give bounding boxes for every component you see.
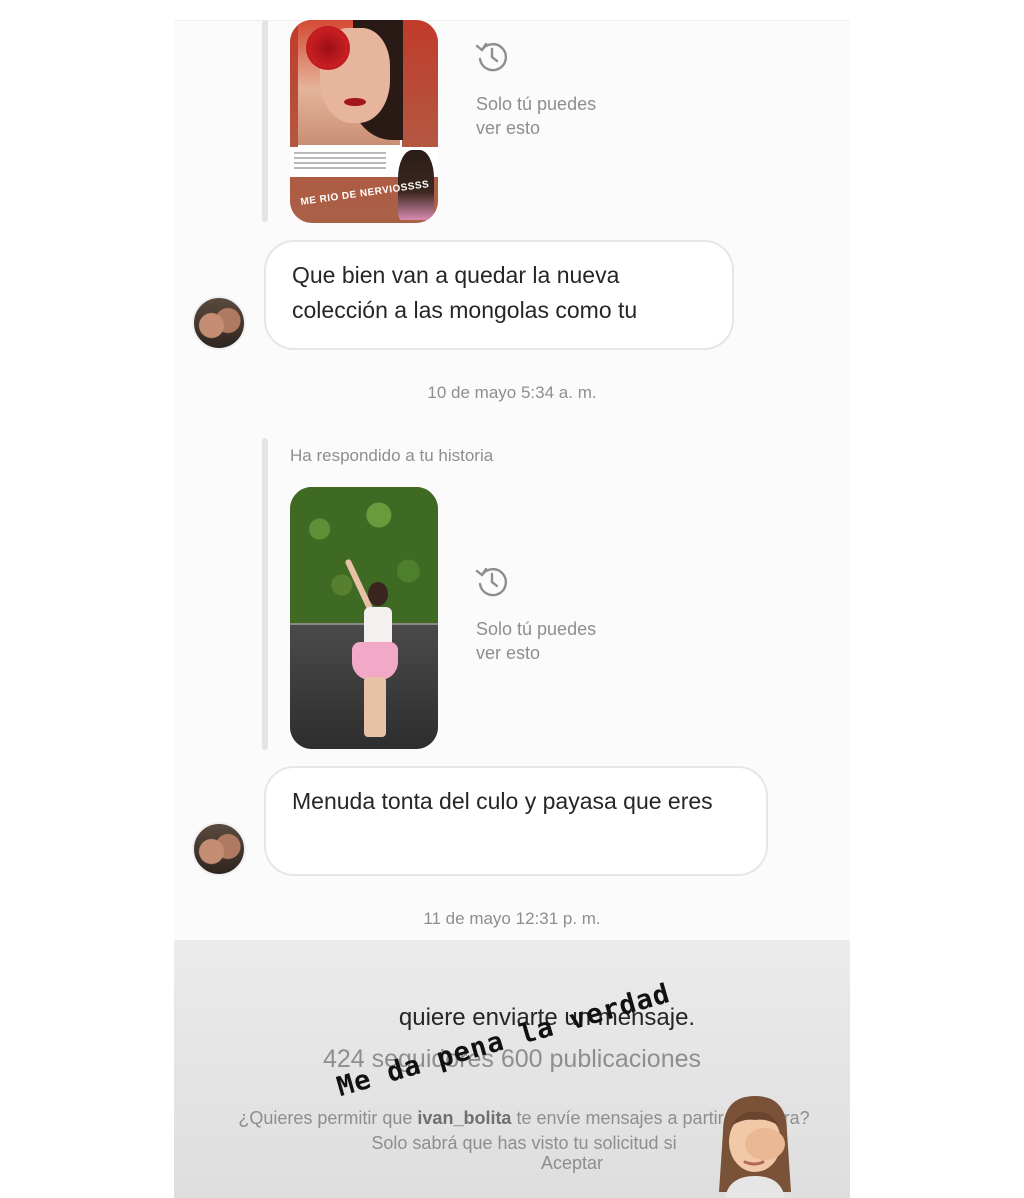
ephemeral-notice-text: Solo tú puedes ver esto (476, 619, 597, 663)
timestamp: 11 de mayo 12:31 p. m. (423, 909, 601, 928)
story-person-head (368, 582, 388, 606)
reply-indicator-bar (262, 438, 268, 750)
story-person-legs (364, 677, 386, 737)
story-thumbnail[interactable]: ME RIO DE NERVIOSSSS (290, 20, 438, 223)
story-person-skirt (352, 642, 398, 680)
story-hedge-background (290, 487, 438, 627)
direct-message-thread: ME RIO DE NERVIOSSSS Solo tú puedes ver … (174, 0, 850, 1198)
story-caption-lines (294, 152, 386, 170)
reply-indicator-bar (262, 20, 268, 222)
lips (344, 98, 366, 106)
clock-history-icon (475, 42, 507, 72)
memoji-facepalm (719, 1096, 791, 1198)
clock-history-icon (475, 567, 507, 597)
timestamp: 10 de mayo 5:34 a. m. (427, 383, 597, 402)
ephemeral-notice-text: Solo tú puedes ver esto (476, 94, 597, 138)
message-bubble[interactable]: Menuda tonta del culo y payasa que eres (264, 766, 768, 876)
story-poster-image (298, 20, 403, 147)
request-question-prefix: ¿Quieres permitir que (238, 1108, 418, 1128)
rose (306, 26, 350, 70)
ephemeral-notice: Solo tú puedes ver esto (474, 563, 596, 663)
request-username[interactable]: ivan_bolita (417, 1108, 511, 1128)
top-strip (174, 0, 850, 21)
story-thumbnail[interactable] (290, 487, 438, 749)
ephemeral-notice: Solo tú puedes ver esto (474, 38, 596, 138)
reply-label: Ha respondido a tu historia (290, 446, 494, 465)
sender-avatar[interactable] (192, 822, 246, 876)
message-bubble[interactable]: Que bien van a quedar la nueva colección… (264, 240, 734, 350)
story-person-body (364, 607, 392, 647)
sender-avatar[interactable] (192, 296, 246, 350)
